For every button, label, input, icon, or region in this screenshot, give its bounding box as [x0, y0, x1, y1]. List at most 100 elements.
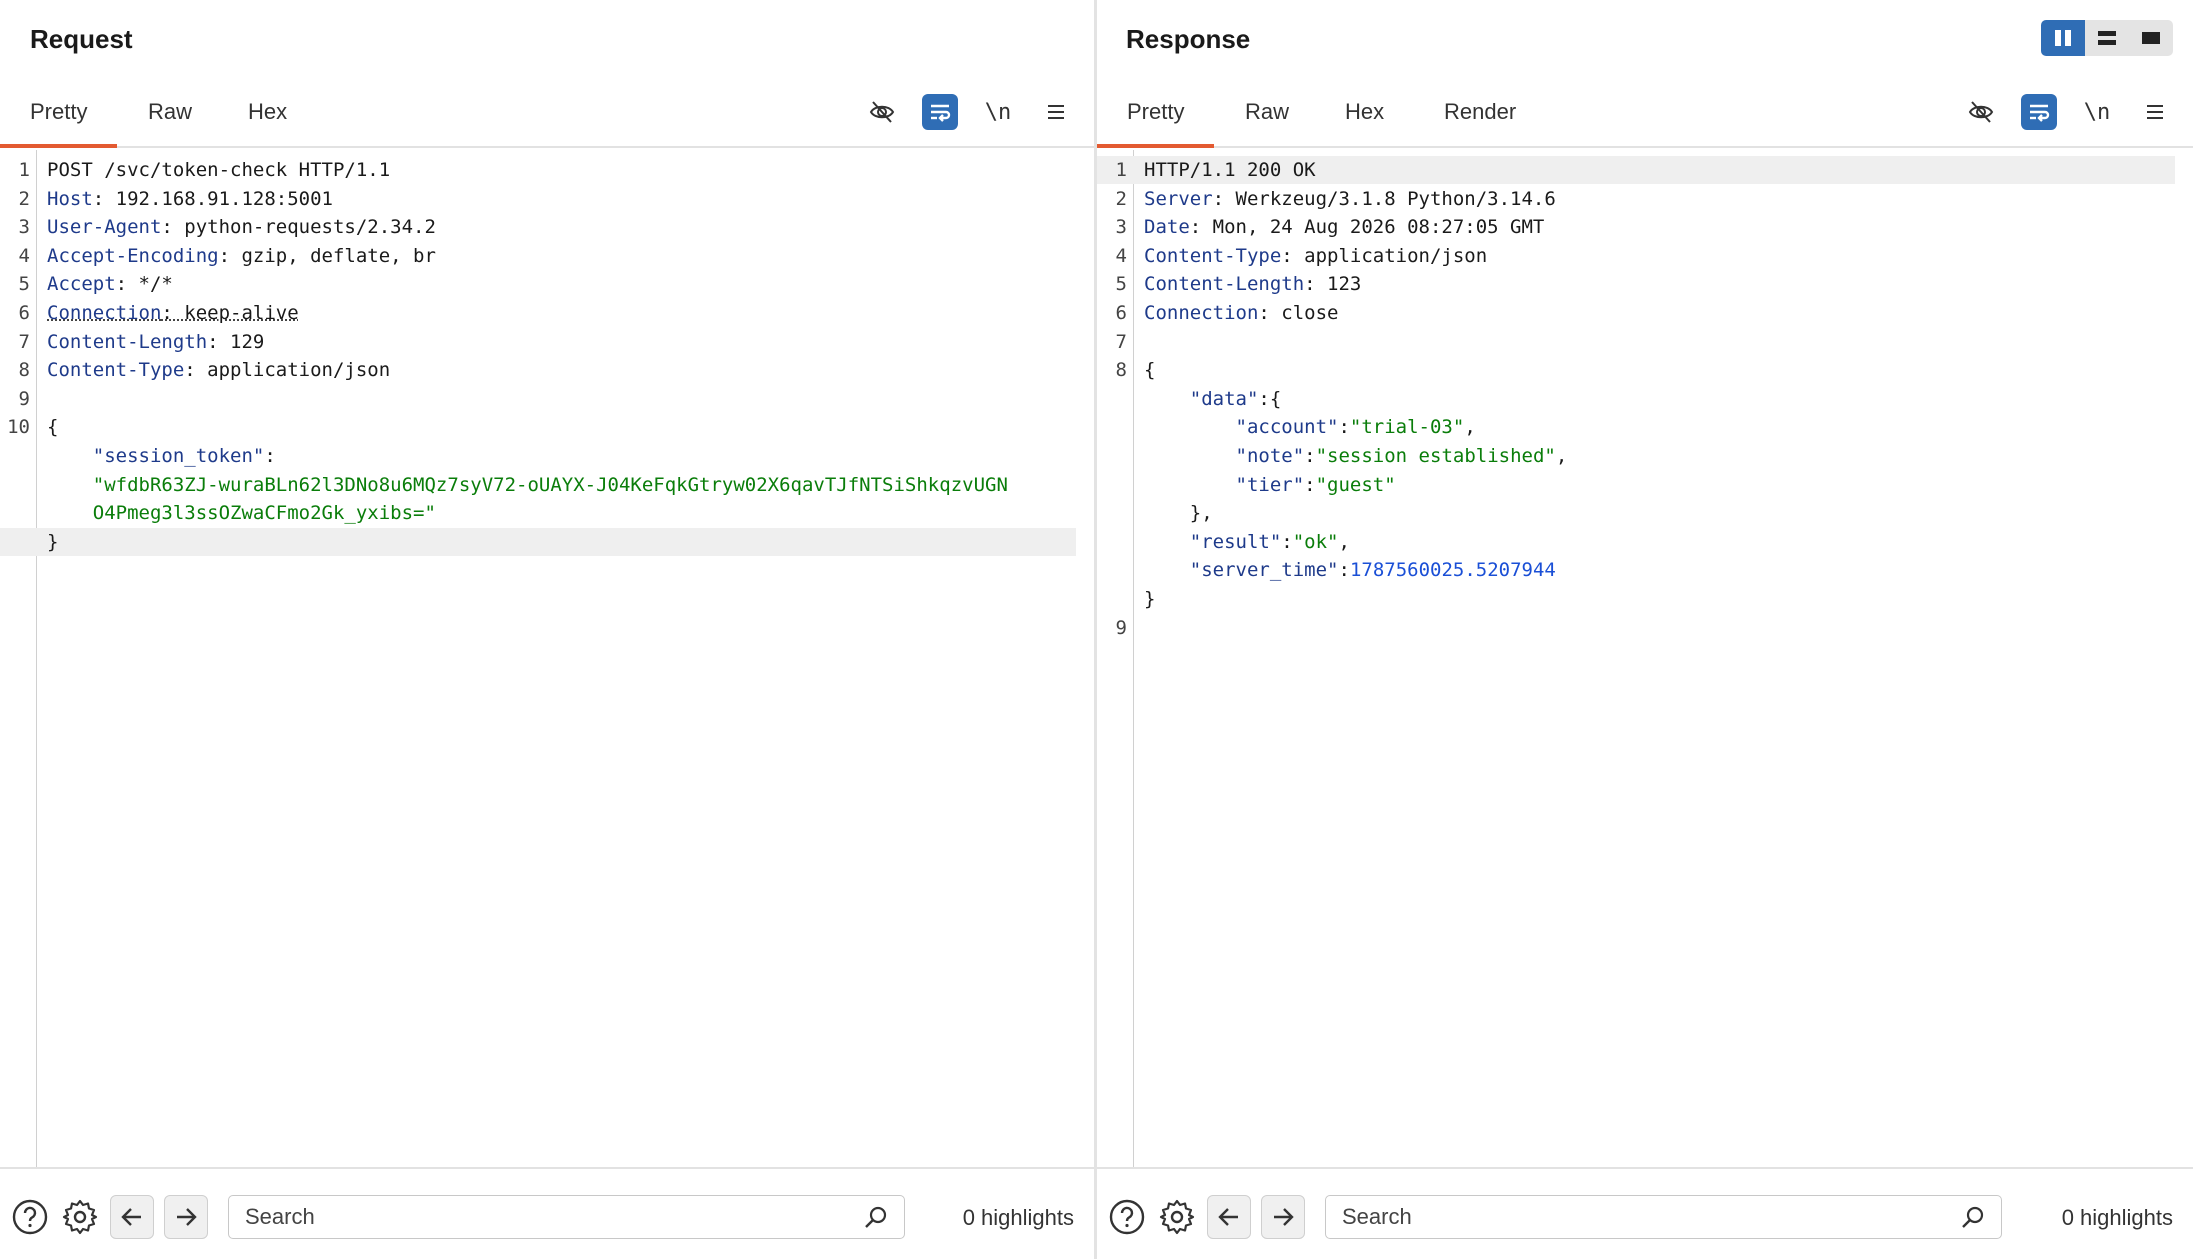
- request-tab-pretty[interactable]: Pretty: [0, 90, 118, 148]
- code-token: : application/json: [184, 359, 391, 382]
- arrow-left-icon[interactable]: [110, 1195, 154, 1239]
- menu-icon[interactable]: [1038, 94, 1074, 130]
- newline-toggle-icon[interactable]: \n: [2079, 94, 2115, 130]
- line-code: User-Agent: python-requests/2.34.2: [47, 213, 436, 241]
- code-line[interactable]: O4Pmeg3l3ssOZwaCFmo2Gk_yxibs=": [0, 499, 1094, 527]
- line-number: 5: [1115, 273, 1127, 296]
- line-code: },: [1144, 499, 1213, 527]
- arrow-right-icon[interactable]: [1261, 1195, 1305, 1239]
- line-code: Accept-Encoding: gzip, deflate, br: [47, 242, 436, 270]
- line-code: Accept: */*: [47, 270, 173, 298]
- code-line[interactable]: "data":{: [1097, 385, 2193, 413]
- arrow-left-icon[interactable]: [1207, 1195, 1251, 1239]
- gear-icon[interactable]: [1157, 1197, 1197, 1237]
- code-line[interactable]: 6 Connection: close: [1097, 299, 2193, 327]
- line-code: "session_token":: [47, 442, 276, 470]
- code-line[interactable]: 9: [0, 385, 1094, 413]
- gear-icon[interactable]: [60, 1197, 100, 1237]
- code-line[interactable]: "session_token":: [0, 442, 1094, 470]
- code-line[interactable]: 3 User-Agent: python-requests/2.34.2: [0, 213, 1094, 241]
- request-editor[interactable]: 1 POST /svc/token-check HTTP/1.1 2 Host: 19…: [0, 150, 1094, 1167]
- request-title: Request: [30, 24, 133, 54]
- response-highlights-count: 0 highlights: [2061, 1205, 2173, 1230]
- code-line[interactable]: 4 Content-Type: application/json: [1097, 242, 2193, 270]
- request-search-input[interactable]: [245, 1204, 785, 1230]
- code-token: : Mon, 24 Aug 2026 08:27:05 GMT: [1189, 216, 1545, 239]
- single-pane-layout-icon[interactable]: [2129, 20, 2173, 56]
- response-search-input[interactable]: [1342, 1204, 1882, 1230]
- code-line[interactable]: 1 POST /svc/token-check HTTP/1.1: [0, 156, 1094, 184]
- code-token: :: [264, 445, 276, 467]
- hide-eye-icon[interactable]: [864, 94, 900, 130]
- code-line[interactable]: 3 Date: Mon, 24 Aug 2026 08:27:05 GMT: [1097, 213, 2193, 241]
- code-token: "guest": [1315, 473, 1396, 496]
- newline-toggle-icon[interactable]: \n: [980, 94, 1016, 130]
- code-token: "data": [1189, 387, 1259, 410]
- request-tab-raw[interactable]: Raw: [118, 90, 222, 148]
- code-line[interactable]: "wfdbR63ZJ-wuraBLn62l3DNo8u6MQz7syV72-oU…: [0, 471, 1094, 499]
- code-token: ,: [1464, 416, 1476, 439]
- code-line[interactable]: "note":"session established",: [1097, 442, 2193, 470]
- request-tab-hex[interactable]: Hex: [218, 90, 317, 148]
- code-line[interactable]: "server_time":1787560025.5207944: [1097, 556, 2193, 584]
- code-line[interactable]: 8{: [1097, 356, 2193, 384]
- line-number: 3: [1115, 216, 1127, 239]
- code-line[interactable]: 4 Accept-Encoding: gzip, deflate, br: [0, 242, 1094, 270]
- code-line[interactable]: 10 {: [0, 413, 1094, 441]
- code-token: Accept-Encoding: [47, 244, 219, 267]
- layout-toggle: [2041, 20, 2173, 56]
- code-token: : */*: [115, 273, 173, 296]
- search-icon[interactable]: [862, 1204, 890, 1237]
- response-editor[interactable]: 1 HTTP/1.1 200 OK 2 Server: Werkzeug/3.1.8 …: [1097, 150, 2193, 1167]
- code-token: }: [47, 530, 59, 553]
- code-line[interactable]: 2 Server: Werkzeug/3.1.8 Python/3.14.6: [1097, 185, 2193, 213]
- line-code: HTTP/1.1 200 OK: [1144, 156, 1316, 184]
- response-tab-raw[interactable]: Raw: [1215, 90, 1319, 148]
- help-icon[interactable]: [10, 1197, 50, 1237]
- help-icon[interactable]: [1107, 1197, 1147, 1237]
- code-line[interactable]: "result":"ok",: [1097, 528, 2193, 556]
- rows-layout-icon[interactable]: [2085, 20, 2129, 56]
- code-line[interactable]: 6 Connection: keep-alive: [0, 299, 1094, 327]
- menu-icon[interactable]: [2137, 94, 2173, 130]
- code-line[interactable]: 8 Content-Type: application/json: [0, 356, 1094, 384]
- request-footer: 0 highlights: [0, 1167, 1094, 1259]
- line-code: Content-Type: application/json: [1144, 242, 1487, 270]
- word-wrap-icon[interactable]: [922, 94, 958, 130]
- search-icon[interactable]: [1959, 1204, 1987, 1237]
- code-line[interactable]: 2 Host: 192.168.91.128:5001: [0, 185, 1094, 213]
- code-line[interactable]: "tier":"guest": [1097, 471, 2193, 499]
- line-code: Connection: keep-alive: [47, 299, 299, 327]
- code-token: : 192.168.91.128:5001: [92, 187, 333, 210]
- response-tab-hex[interactable]: Hex: [1315, 90, 1414, 148]
- columns-layout-icon[interactable]: [2041, 20, 2085, 56]
- code-line[interactable]: }: [0, 527, 1076, 556]
- code-token: Host: [47, 187, 93, 210]
- code-line[interactable]: 5 Content-Length: 123: [1097, 270, 2193, 298]
- code-token: {: [1144, 359, 1156, 382]
- hide-eye-icon[interactable]: [1963, 94, 1999, 130]
- code-line[interactable]: },: [1097, 499, 2193, 527]
- word-wrap-icon[interactable]: [2021, 94, 2057, 130]
- code-token: "session established": [1315, 445, 1556, 467]
- line-code: Host: 192.168.91.128:5001: [47, 185, 333, 213]
- response-tab-pretty[interactable]: Pretty: [1097, 90, 1215, 148]
- code-token: "trial-03": [1349, 416, 1465, 439]
- line-code: "note":"session established",: [1144, 442, 1568, 470]
- code-line[interactable]: }: [1097, 585, 2193, 613]
- code-line[interactable]: 7 Content-Length: 129: [0, 328, 1094, 356]
- code-token: User-Agent: [47, 216, 162, 239]
- response-tab-render[interactable]: Render: [1414, 90, 1546, 148]
- response-toolbar: \n: [1963, 94, 2173, 130]
- code-line[interactable]: 1 HTTP/1.1 200 OK: [1097, 156, 2175, 184]
- arrow-right-icon[interactable]: [164, 1195, 208, 1239]
- code-line[interactable]: 9: [1097, 614, 2193, 642]
- line-code: "result":"ok",: [1144, 528, 1350, 556]
- request-pane: Request Pretty Raw Hex \n 1 POST /svc/tok…: [0, 0, 1094, 1259]
- code-token: 1787560025.5207944: [1349, 559, 1556, 582]
- code-line[interactable]: 5 Accept: */*: [0, 270, 1094, 298]
- code-token: : 129: [207, 330, 265, 353]
- code-line[interactable]: 7: [1097, 328, 2193, 356]
- code-line[interactable]: "account":"trial-03",: [1097, 413, 2193, 441]
